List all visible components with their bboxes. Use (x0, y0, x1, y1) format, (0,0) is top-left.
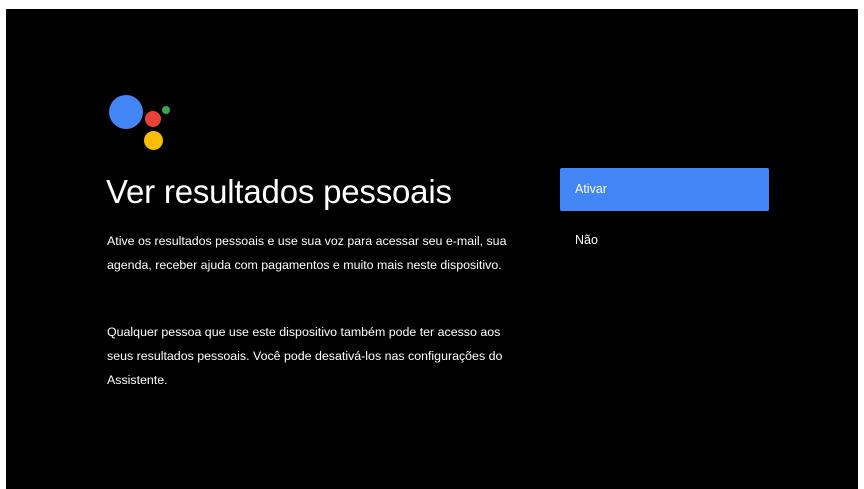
activate-button[interactable]: Ativar (560, 168, 769, 211)
tv-setup-screen: Ver resultados pessoais Ative os resulta… (6, 9, 858, 489)
google-assistant-icon (109, 95, 175, 155)
logo-green-dot (162, 106, 170, 114)
logo-yellow-dot (144, 131, 163, 150)
decline-button[interactable]: Não (560, 219, 769, 262)
description-paragraph: Ative os resultados pessoais e use sua v… (107, 234, 507, 272)
options-list: Ativar Não (560, 168, 769, 262)
logo-red-dot (145, 111, 161, 127)
page-title: Ver resultados pessoais (106, 173, 452, 210)
privacy-note-paragraph: Qualquer pessoa que use este dispositivo… (107, 325, 503, 387)
logo-blue-dot (109, 95, 143, 129)
